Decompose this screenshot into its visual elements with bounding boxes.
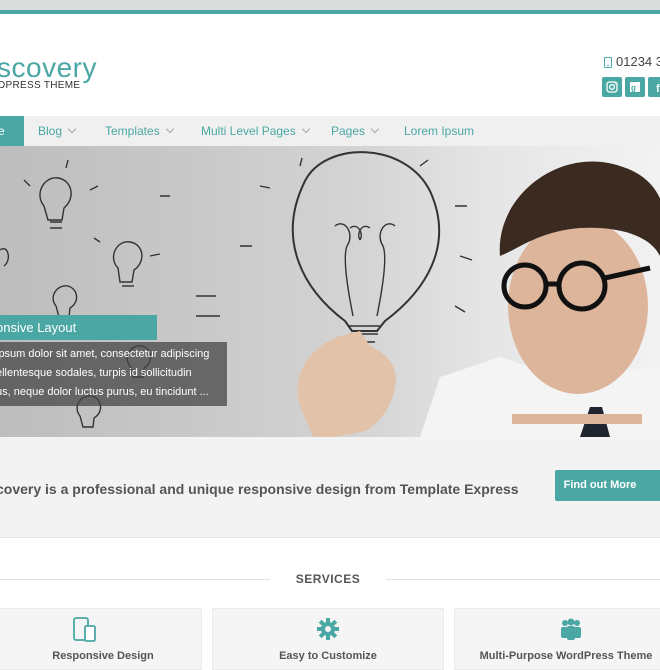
nav-item-multi-level-pages[interactable]: Multi Level Pages bbox=[201, 116, 310, 146]
chevron-down-icon bbox=[67, 124, 77, 134]
service-card-easy-to-customize[interactable]: Easy to Customize bbox=[212, 608, 444, 670]
nav-item-pages[interactable]: Pages bbox=[331, 116, 380, 146]
nav-item-lorem-ipsum[interactable]: Lorem Ipsum bbox=[404, 116, 474, 146]
hero-slider[interactable]: onsive Layout ipsum dolor sit amet, cons… bbox=[0, 146, 660, 437]
instagram-icon[interactable] bbox=[602, 77, 622, 97]
service-card-title: Easy to Customize bbox=[279, 650, 377, 662]
svg-text:g: g bbox=[631, 84, 636, 93]
site-header: scovery DPRESS THEME 01234 3 g f bbox=[0, 14, 660, 116]
phone-icon bbox=[604, 57, 612, 68]
nav-item-home[interactable]: e bbox=[0, 116, 24, 146]
site-logo[interactable]: scovery bbox=[0, 54, 97, 82]
service-card-responsive-design[interactable]: Responsive Design bbox=[0, 608, 202, 670]
facebook-icon[interactable]: f bbox=[648, 77, 660, 97]
google-plus-icon[interactable]: g bbox=[625, 77, 645, 97]
slide-caption-text: ipsum dolor sit amet, consectetur adipis… bbox=[0, 342, 227, 406]
divider bbox=[386, 579, 660, 580]
chevron-down-icon bbox=[165, 124, 174, 134]
caption-line: us, neque dolor luctus purus, eu tincidu… bbox=[0, 386, 209, 398]
main-navigation: e Blog Templates Multi Level Pages Pages… bbox=[0, 116, 660, 146]
gear-icon bbox=[317, 618, 339, 640]
slide-caption-title[interactable]: onsive Layout bbox=[0, 315, 157, 340]
chevron-down-icon bbox=[301, 124, 310, 134]
caption-line: ipsum dolor sit amet, consectetur adipis… bbox=[0, 348, 210, 360]
service-card-title: Responsive Design bbox=[52, 650, 154, 662]
nav-item-blog[interactable]: Blog bbox=[38, 116, 77, 146]
divider bbox=[0, 579, 270, 580]
caption-line: ellentesque sodales, turpis id sollicitu… bbox=[0, 367, 192, 379]
nav-item-templates[interactable]: Templates bbox=[105, 116, 174, 146]
phone-number: 01234 3 bbox=[604, 54, 660, 69]
svg-text:f: f bbox=[656, 83, 660, 93]
service-card-title: Multi-Purpose WordPress Theme bbox=[479, 650, 653, 662]
chevron-down-icon bbox=[370, 124, 380, 134]
site-tagline: DPRESS THEME bbox=[0, 80, 81, 91]
service-card-multi-purpose[interactable]: Multi-Purpose WordPress Theme bbox=[454, 608, 660, 670]
tablet-mobile-icon bbox=[73, 617, 96, 642]
services-heading: SERVICES bbox=[295, 572, 361, 586]
phone-number-text: 01234 3 bbox=[616, 54, 660, 69]
call-to-action-bar: covery is a professional and unique resp… bbox=[0, 437, 660, 538]
cta-text: covery is a professional and unique resp… bbox=[0, 481, 519, 497]
users-icon bbox=[561, 618, 581, 640]
find-out-more-button[interactable]: Find out More bbox=[555, 470, 660, 501]
